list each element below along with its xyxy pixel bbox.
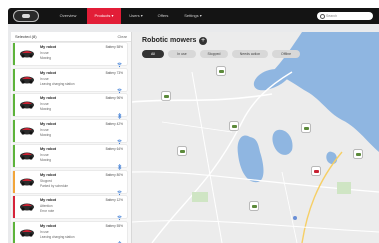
robot-name: My robot (40, 147, 57, 151)
clear-selection-link[interactable]: Clear (117, 32, 127, 41)
robot-card[interactable]: My robot In use Mowing Battery 64% (13, 145, 127, 171)
robot-card[interactable]: My robot Attention Error note Battery 12% (13, 196, 127, 221)
robot-activity: Mowing (40, 107, 51, 111)
selected-count: Selected (8) (15, 34, 37, 39)
nav-overview[interactable]: Overview (53, 8, 83, 24)
robot-name: My robot (40, 198, 57, 202)
battery-level: Battery 64% (105, 147, 123, 151)
page-title: Robotic mowers (142, 37, 197, 44)
map-mower-marker[interactable] (250, 202, 258, 210)
robot-card[interactable]: My robot Stopped Parked by schedule Battery… (13, 170, 127, 195)
robot-name: My robot (40, 96, 57, 100)
battery-level: Battery 55% (105, 223, 123, 228)
wifi-icon (117, 183, 122, 195)
map-mower-marker[interactable] (217, 67, 225, 75)
top-navigation-bar: Overview Products ▾ Users ▾ Offers Setti… (8, 8, 379, 24)
robot-activity: Error note (40, 209, 55, 213)
status-stripe (13, 68, 15, 91)
nav-products[interactable]: Products ▾ (87, 8, 121, 24)
brand-logo[interactable] (13, 10, 39, 22)
battery-level: Battery 42% (105, 121, 123, 126)
robot-card[interactable]: My robot In use Leaving charging station Ba… (13, 68, 127, 93)
robot-name: My robot (40, 121, 57, 126)
mower-thumbnail (20, 203, 34, 211)
robot-status: In use (40, 229, 49, 234)
robot-status: In use (40, 127, 49, 132)
mower-thumbnail (20, 76, 34, 84)
robot-activity: Parked by schedule (40, 183, 68, 188)
status-stripe (13, 221, 15, 243)
map-mower-marker[interactable] (302, 124, 310, 132)
nav-users[interactable]: Users ▾ (123, 8, 149, 24)
robot-activity: Mowing (40, 56, 51, 60)
mower-thumbnail (20, 152, 34, 160)
map-mower-marker[interactable] (354, 150, 362, 158)
robot-card[interactable]: My robot In use Leaving charging station Ba… (13, 221, 127, 243)
search-placeholder: Search (326, 14, 338, 18)
nav-offers[interactable]: Offers (151, 8, 175, 24)
bluetooth-icon (117, 234, 122, 243)
filter-needs-action[interactable]: Needs action (232, 50, 268, 58)
robot-status: Stopped (40, 178, 52, 183)
robot-activity: Mowing (40, 132, 51, 137)
mower-thumbnail (20, 127, 34, 135)
nav-settings[interactable]: Settings ▾ (178, 8, 208, 24)
battery-level: Battery 73% (105, 70, 123, 75)
robot-status: In use (40, 102, 49, 106)
map-mower-marker[interactable] (178, 147, 186, 155)
robot-status: Attention (40, 204, 53, 208)
mower-thumbnail (20, 229, 34, 237)
status-stripe (13, 196, 15, 218)
wifi-icon (117, 208, 122, 221)
filter-in-use[interactable]: In use (168, 50, 196, 58)
status-stripe (13, 94, 15, 116)
robot-activity: Leaving charging station (40, 234, 75, 239)
wifi-icon (117, 132, 122, 144)
wifi-icon (117, 55, 122, 68)
app-window: Overview Products ▾ Users ▾ Offers Setti… (8, 8, 379, 243)
status-stripe (13, 145, 15, 167)
battery-level: Battery 58% (105, 45, 123, 49)
battery-level: Battery 80% (105, 172, 123, 177)
robot-status: In use (40, 153, 49, 157)
map-mower-marker[interactable] (162, 92, 170, 100)
mower-thumbnail (20, 101, 34, 109)
map-mower-marker[interactable] (230, 122, 238, 130)
status-stripe (13, 119, 15, 142)
filter-stopped[interactable]: Stopped (200, 50, 228, 58)
mower-thumbnail (20, 50, 34, 58)
add-mower-button[interactable]: + (199, 37, 207, 45)
status-stripe (13, 170, 15, 193)
robot-name: My robot (40, 223, 57, 228)
mower-thumbnail (20, 178, 34, 186)
list-header: Selected (8) Clear (11, 32, 131, 42)
robot-name: My robot (40, 70, 57, 75)
search-icon (320, 13, 325, 19)
wifi-icon (117, 81, 122, 93)
map-canvas (132, 32, 379, 243)
robot-status: In use (40, 76, 49, 81)
robot-card[interactable]: My robot In use Mowing Battery 96% (13, 94, 127, 120)
search-input[interactable]: Search (317, 12, 373, 20)
filter-all[interactable]: All (142, 50, 164, 58)
battery-level: Battery 96% (105, 96, 123, 100)
bluetooth-icon (117, 157, 122, 171)
battery-level: Battery 12% (105, 198, 123, 202)
robot-list-sidebar: Selected (8) Clear My robot In use Mowing B… (11, 32, 132, 243)
robot-name: My robot (40, 172, 57, 177)
map-mower-marker[interactable] (312, 167, 320, 175)
robot-status: In use (40, 51, 49, 55)
robot-card[interactable]: My robot In use Mowing Battery 42% (13, 119, 127, 144)
map-view[interactable]: Robotic mowers + All In use Stopped Need… (132, 32, 379, 243)
status-stripe (13, 43, 15, 65)
robot-name: My robot (40, 45, 57, 49)
filter-offline[interactable]: Offline (272, 50, 300, 58)
robot-card[interactable]: My robot In use Mowing Battery 58% (13, 43, 127, 68)
robot-activity: Leaving charging station (40, 81, 75, 86)
robot-activity: Mowing (40, 158, 51, 162)
bluetooth-icon (117, 106, 122, 120)
